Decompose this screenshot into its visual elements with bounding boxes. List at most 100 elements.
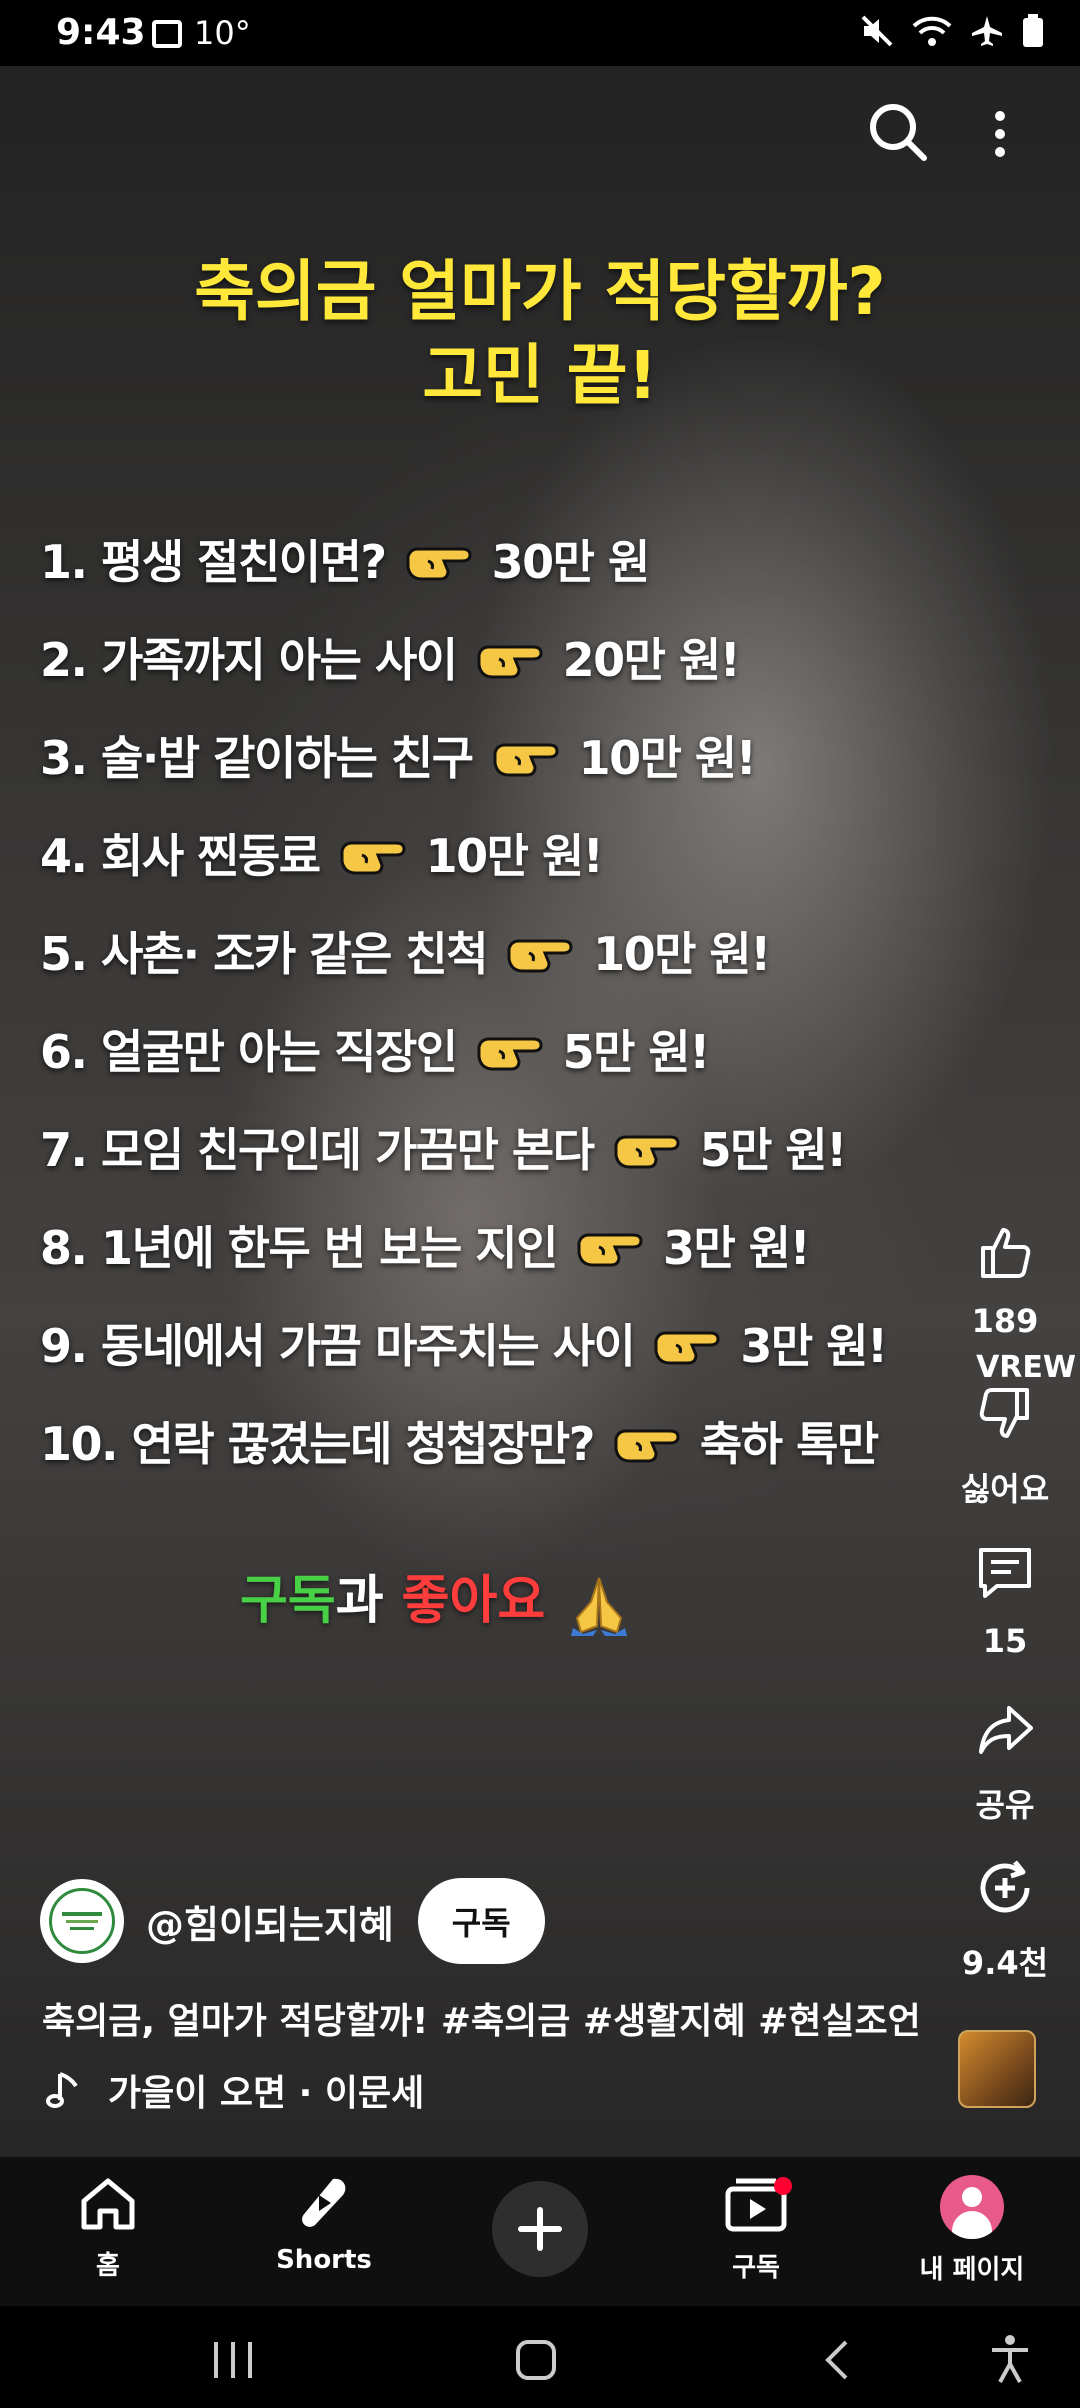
list-item-amount: 5만 원!: [699, 1123, 848, 1177]
like-action[interactable]: 189: [930, 1222, 1080, 1340]
music-title: 가을이 오면 · 이문세: [108, 2073, 425, 2114]
list-item-text: 5. 사촌· 조카 같은 친척: [40, 927, 489, 981]
vrew-watermark: VREW: [976, 1350, 1076, 1385]
avatar-body: [952, 2211, 992, 2239]
music-note-icon: [46, 2072, 78, 2108]
list-item-text: 7. 모임 친구인데 가끔만 본다: [40, 1123, 595, 1177]
subscribe-button[interactable]: 구독: [417, 1878, 545, 1964]
music-track[interactable]: 가을이 오면 · 이문세: [46, 2064, 424, 2116]
list-item-text: 2. 가족까지 아는 사이: [40, 633, 458, 687]
share-action[interactable]: 공유: [930, 1700, 1080, 1826]
system-icons: [860, 14, 1044, 52]
dislike-action[interactable]: 싫어요: [930, 1384, 1080, 1510]
plus-icon-vertical: [537, 2207, 543, 2251]
channel-handle[interactable]: @힘이되는지혜: [146, 1894, 394, 1949]
accessibility-icon[interactable]: [988, 2334, 1032, 2384]
channel-row: @힘이되는지혜 구독: [40, 1878, 545, 1964]
more-options-icon[interactable]: [980, 106, 1020, 166]
subscribe-like-cta: 구독과 좋아요: [240, 1558, 635, 1636]
list-item-amount: 축하 톡만: [699, 1417, 879, 1471]
notification-dot: [774, 2177, 792, 2195]
nav-subscriptions[interactable]: 구독: [676, 2175, 836, 2284]
create-button[interactable]: [492, 2181, 588, 2277]
nav-my-page[interactable]: 내 페이지: [892, 2175, 1052, 2286]
list-item-amount: 5만 원!: [562, 1025, 711, 1079]
pointing-hand-icon: [612, 1419, 684, 1463]
nav-shorts-label: Shorts: [276, 2245, 372, 2275]
wifi-icon: [912, 14, 952, 52]
folded-hands-icon: [563, 1572, 635, 1636]
gallery-icon: [152, 20, 182, 48]
comment-icon: [979, 1548, 1031, 1598]
list-item-text: 10. 연락 끊겼는데 청첩장만?: [40, 1417, 595, 1471]
nav-my-page-label: 내 페이지: [919, 2255, 1025, 2285]
list-item-amount: 3만 원!: [662, 1221, 811, 1275]
list-item: 10. 연락 끊겼는데 청첩장만? 축하 톡만: [40, 1392, 940, 1490]
home-icon: [81, 2178, 135, 2230]
list-item: 3. 술·밥 같이하는 친구 10만 원!: [40, 706, 940, 804]
list-item: 9. 동네에서 가끔 마주치는 사이 3만 원!: [40, 1294, 940, 1392]
airplane-icon: [970, 14, 1004, 52]
nav-home[interactable]: 홈: [28, 2175, 188, 2282]
channel-avatar[interactable]: [40, 1879, 124, 1963]
channel-avatar-logo: [49, 1888, 115, 1954]
pointing-hand-icon: [475, 635, 547, 679]
pointing-hand-icon: [491, 733, 563, 777]
video-title-line1: 축의금 얼마가 적당할까?: [194, 253, 886, 330]
comment-action[interactable]: 15: [930, 1542, 1080, 1660]
recent-apps-icon[interactable]: [210, 2340, 256, 2380]
nav-home-label: 홈: [96, 2251, 120, 2281]
thumbs-down-icon: [979, 1388, 1029, 1438]
like-count: 189: [971, 1302, 1039, 1340]
temperature: 10°: [194, 14, 251, 52]
list-item-amount: 3만 원!: [740, 1319, 888, 1373]
mute-icon: [860, 14, 894, 52]
list-item-text: 8. 1년에 한두 번 보는 지인: [40, 1221, 558, 1275]
pointing-hand-icon: [575, 1223, 647, 1267]
list-item-text: 6. 얼굴만 아는 직장인: [40, 1025, 458, 1079]
home-button-icon[interactable]: [514, 2338, 558, 2382]
search-icon[interactable]: [866, 100, 930, 164]
video-caption[interactable]: 축의금, 얼마가 적당할까! #축의금 #생활지혜 #현실조언: [42, 1992, 921, 2044]
list-item-text: 9. 동네에서 가끔 마주치는 사이: [40, 1319, 636, 1373]
pointing-hand-icon: [338, 831, 410, 875]
list-item: 8. 1년에 한두 번 보는 지인 3만 원!: [40, 1196, 940, 1294]
list-item-amount: 30만 원: [491, 535, 651, 589]
remix-icon: [980, 1860, 1030, 1913]
list-item: 1. 평생 절친이면? 30만 원: [40, 510, 940, 608]
profile-avatar-icon: [940, 2175, 1004, 2239]
back-icon[interactable]: [822, 2338, 852, 2382]
list-item: 2. 가족까지 아는 사이 20만 원!: [40, 608, 940, 706]
cta-and-text: 과: [335, 1571, 402, 1631]
pointing-hand-icon: [505, 929, 577, 973]
list-item-text: 1. 평생 절친이면?: [40, 535, 387, 589]
list-item-amount: 10만 원!: [593, 927, 771, 981]
list-item-amount: 10만 원!: [425, 829, 604, 883]
nav-shorts[interactable]: Shorts: [244, 2175, 404, 2275]
avatar-head: [962, 2187, 982, 2207]
shorts-icon: [302, 2178, 346, 2227]
remix-action[interactable]: 9.4천: [930, 1858, 1080, 1984]
pointing-hand-icon: [475, 1027, 547, 1071]
bottom-navigation: 홈 Shorts 구독 내 페이지: [0, 2156, 1080, 2307]
remix-count: 9.4천: [961, 1944, 1049, 1982]
list-item-text: 4. 회사 찐동료: [40, 829, 321, 883]
cta-subscribe-text: 구독: [240, 1571, 336, 1631]
dislike-label: 싫어요: [960, 1470, 1050, 1508]
video-title-line2: 고민 끝!: [422, 337, 658, 414]
battery-icon: [1022, 14, 1044, 52]
thumbs-up-icon: [981, 1228, 1031, 1278]
list-item: 4. 회사 찐동료 10만 원!: [40, 804, 940, 902]
cta-like-text: 좋아요: [401, 1571, 546, 1631]
sound-thumbnail[interactable]: [958, 2030, 1036, 2108]
nav-subscriptions-label: 구독: [732, 2253, 780, 2283]
list-item: 6. 얼굴만 아는 직장인 5만 원!: [40, 1000, 940, 1098]
list-item-amount: 20만 원!: [562, 633, 741, 687]
clock: 9:43: [56, 12, 146, 53]
share-label: 공유: [975, 1786, 1035, 1824]
top-actions: [840, 100, 1080, 180]
system-navigation-bar: [0, 2306, 1080, 2408]
list-item: 5. 사촌· 조카 같은 친척 10만 원!: [40, 902, 940, 1000]
status-bar: 9:43 10°: [0, 0, 1080, 66]
pointing-hand-icon: [612, 1125, 684, 1169]
